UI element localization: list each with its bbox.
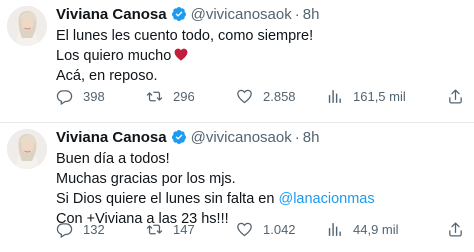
reply-icon <box>56 223 73 238</box>
retweet-icon <box>146 91 163 102</box>
display-name[interactable]: Viviana Canosa <box>56 6 167 23</box>
tweet-line: Acá, en reposo. <box>56 68 158 84</box>
tweet-line-with-mention: Si Dios quiere el lunes sin falta en @la… <box>56 189 464 209</box>
views-count: 44,9 mil <box>353 222 399 237</box>
views-button[interactable]: 161,5 mil <box>326 88 416 105</box>
mention-link[interactable]: @lanacionmas <box>278 191 374 207</box>
tweet-actions: 398 296 2.858 161,5 mil <box>56 88 464 105</box>
retweet-button[interactable]: 147 <box>146 221 236 238</box>
like-count: 1.042 <box>263 222 296 237</box>
tweet-text: El lunes les cuento todo, como siempre! … <box>56 26 464 86</box>
reply-count: 398 <box>83 89 105 104</box>
like-count: 2.858 <box>263 89 296 104</box>
tweet-actions: 132 147 1.042 44,9 mil <box>56 221 464 238</box>
avatar[interactable] <box>7 6 47 46</box>
retweet-count: 147 <box>173 222 195 237</box>
avatar-image <box>7 6 47 46</box>
tweet-line: El lunes les cuento todo, como siempre! <box>56 28 314 44</box>
reply-button[interactable]: 398 <box>56 88 146 105</box>
views-count: 161,5 mil <box>353 89 406 104</box>
handle[interactable]: @vivicanosaok <box>191 129 292 146</box>
reply-button[interactable]: 132 <box>56 221 146 238</box>
share-button[interactable] <box>447 221 464 238</box>
like-button[interactable]: 1.042 <box>236 221 326 238</box>
tweet-line: Muchas gracias por los mjs. <box>56 171 236 187</box>
heart-outline-icon <box>237 89 252 104</box>
tweet-line: Buen día a todos! <box>56 151 170 167</box>
views-chart-icon <box>328 90 341 103</box>
tweet-line-with-heart: Los quiero mucho <box>56 46 464 66</box>
tweet-line: Si Dios quiere el lunes sin falta en <box>56 191 275 207</box>
reply-icon <box>56 90 73 105</box>
share-icon <box>449 89 462 104</box>
separator-dot: · <box>294 5 300 23</box>
reply-count: 132 <box>83 222 105 237</box>
like-button[interactable]: 2.858 <box>236 88 326 105</box>
tweet-1[interactable]: Viviana Canosa @vivicanosaok · 8h El lun… <box>0 0 474 122</box>
retweet-count: 296 <box>173 89 195 104</box>
timestamp[interactable]: 8h <box>303 6 320 23</box>
tweet-text: Buen día a todos! Muchas gracias por los… <box>56 149 464 229</box>
share-icon <box>449 222 462 237</box>
tweet-2[interactable]: Viviana Canosa @vivicanosaok · 8h Buen d… <box>0 122 474 252</box>
avatar-image <box>7 129 47 169</box>
views-button[interactable]: 44,9 mil <box>326 221 416 238</box>
separator-dot: · <box>294 128 300 146</box>
views-chart-icon <box>328 223 341 236</box>
share-button[interactable] <box>447 88 464 105</box>
retweet-icon <box>146 224 163 235</box>
tweet-line: Los quiero mucho <box>56 48 172 64</box>
heart-outline-icon <box>237 222 252 237</box>
verified-badge-icon <box>171 7 186 21</box>
display-name[interactable]: Viviana Canosa <box>56 129 167 146</box>
avatar[interactable] <box>7 129 47 169</box>
verified-badge-icon <box>171 130 186 144</box>
handle[interactable]: @vivicanosaok <box>191 6 292 23</box>
red-heart-icon <box>174 48 188 61</box>
retweet-button[interactable]: 296 <box>146 88 236 105</box>
timestamp[interactable]: 8h <box>303 129 320 146</box>
